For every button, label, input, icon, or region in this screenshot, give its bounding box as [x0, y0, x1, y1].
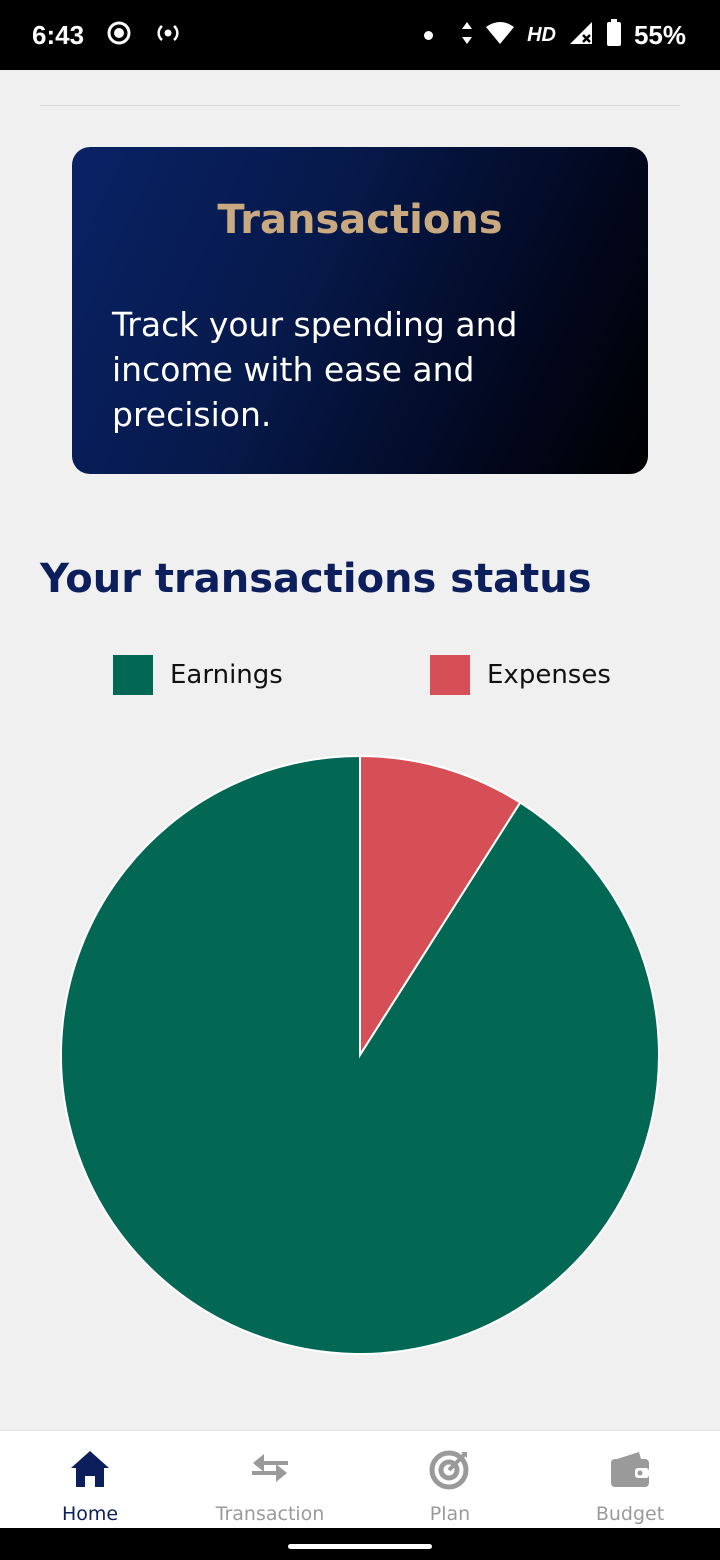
nav-label-home: Home: [61, 1503, 119, 1525]
banner-title: Transactions: [217, 197, 503, 243]
status-bar: 6:43 HD 55%: [0, 0, 720, 70]
network-type: HD: [527, 23, 556, 46]
swap-arrows-icon: [248, 1447, 292, 1491]
gesture-handle[interactable]: [288, 1544, 432, 1549]
pie-slice-earnings: [60, 754, 660, 1355]
data-arrows-icon: [461, 21, 473, 50]
legend-label-expenses: Expenses: [487, 660, 611, 690]
nav-label-budget: Budget: [595, 1503, 665, 1525]
nav-item-home[interactable]: Home: [0, 1431, 180, 1529]
target-icon: [428, 1447, 472, 1491]
section-title: Your transactions status: [40, 556, 592, 602]
battery-level: 55%: [633, 19, 686, 50]
transactions-banner: Transactions Track your spending and inc…: [72, 147, 648, 474]
banner-description: Track your spending and income with ease…: [112, 305, 518, 434]
notification-dot-icon: [424, 30, 434, 40]
legend-item-expenses: Expenses: [430, 655, 611, 695]
signal-icon: [568, 21, 594, 50]
home-icon: [68, 1447, 112, 1491]
legend-swatch-expenses: [430, 655, 470, 695]
status-time: 6:43: [32, 19, 85, 50]
record-icon: [106, 20, 132, 50]
legend-item-earnings: Earnings: [113, 655, 283, 695]
nav-item-plan[interactable]: Plan: [360, 1431, 540, 1529]
wallet-icon: [608, 1447, 652, 1491]
bottom-navigation: Home Transaction Plan Budget: [0, 1430, 720, 1528]
pie-chart-svg: [60, 754, 660, 1355]
wifi-icon: [485, 21, 515, 50]
nav-label-plan: Plan: [429, 1503, 471, 1525]
legend-label-earnings: Earnings: [170, 660, 283, 690]
top-divider: [40, 105, 680, 106]
gesture-bar: [0, 1528, 720, 1560]
pie-chart: [0, 740, 720, 1370]
battery-icon: [606, 18, 622, 52]
nav-item-transaction[interactable]: Transaction: [180, 1431, 360, 1529]
legend-swatch-earnings: [113, 655, 153, 695]
nav-label-transaction: Transaction: [215, 1503, 325, 1525]
nav-item-budget[interactable]: Budget: [540, 1431, 720, 1529]
hotspot-icon: [154, 21, 182, 49]
